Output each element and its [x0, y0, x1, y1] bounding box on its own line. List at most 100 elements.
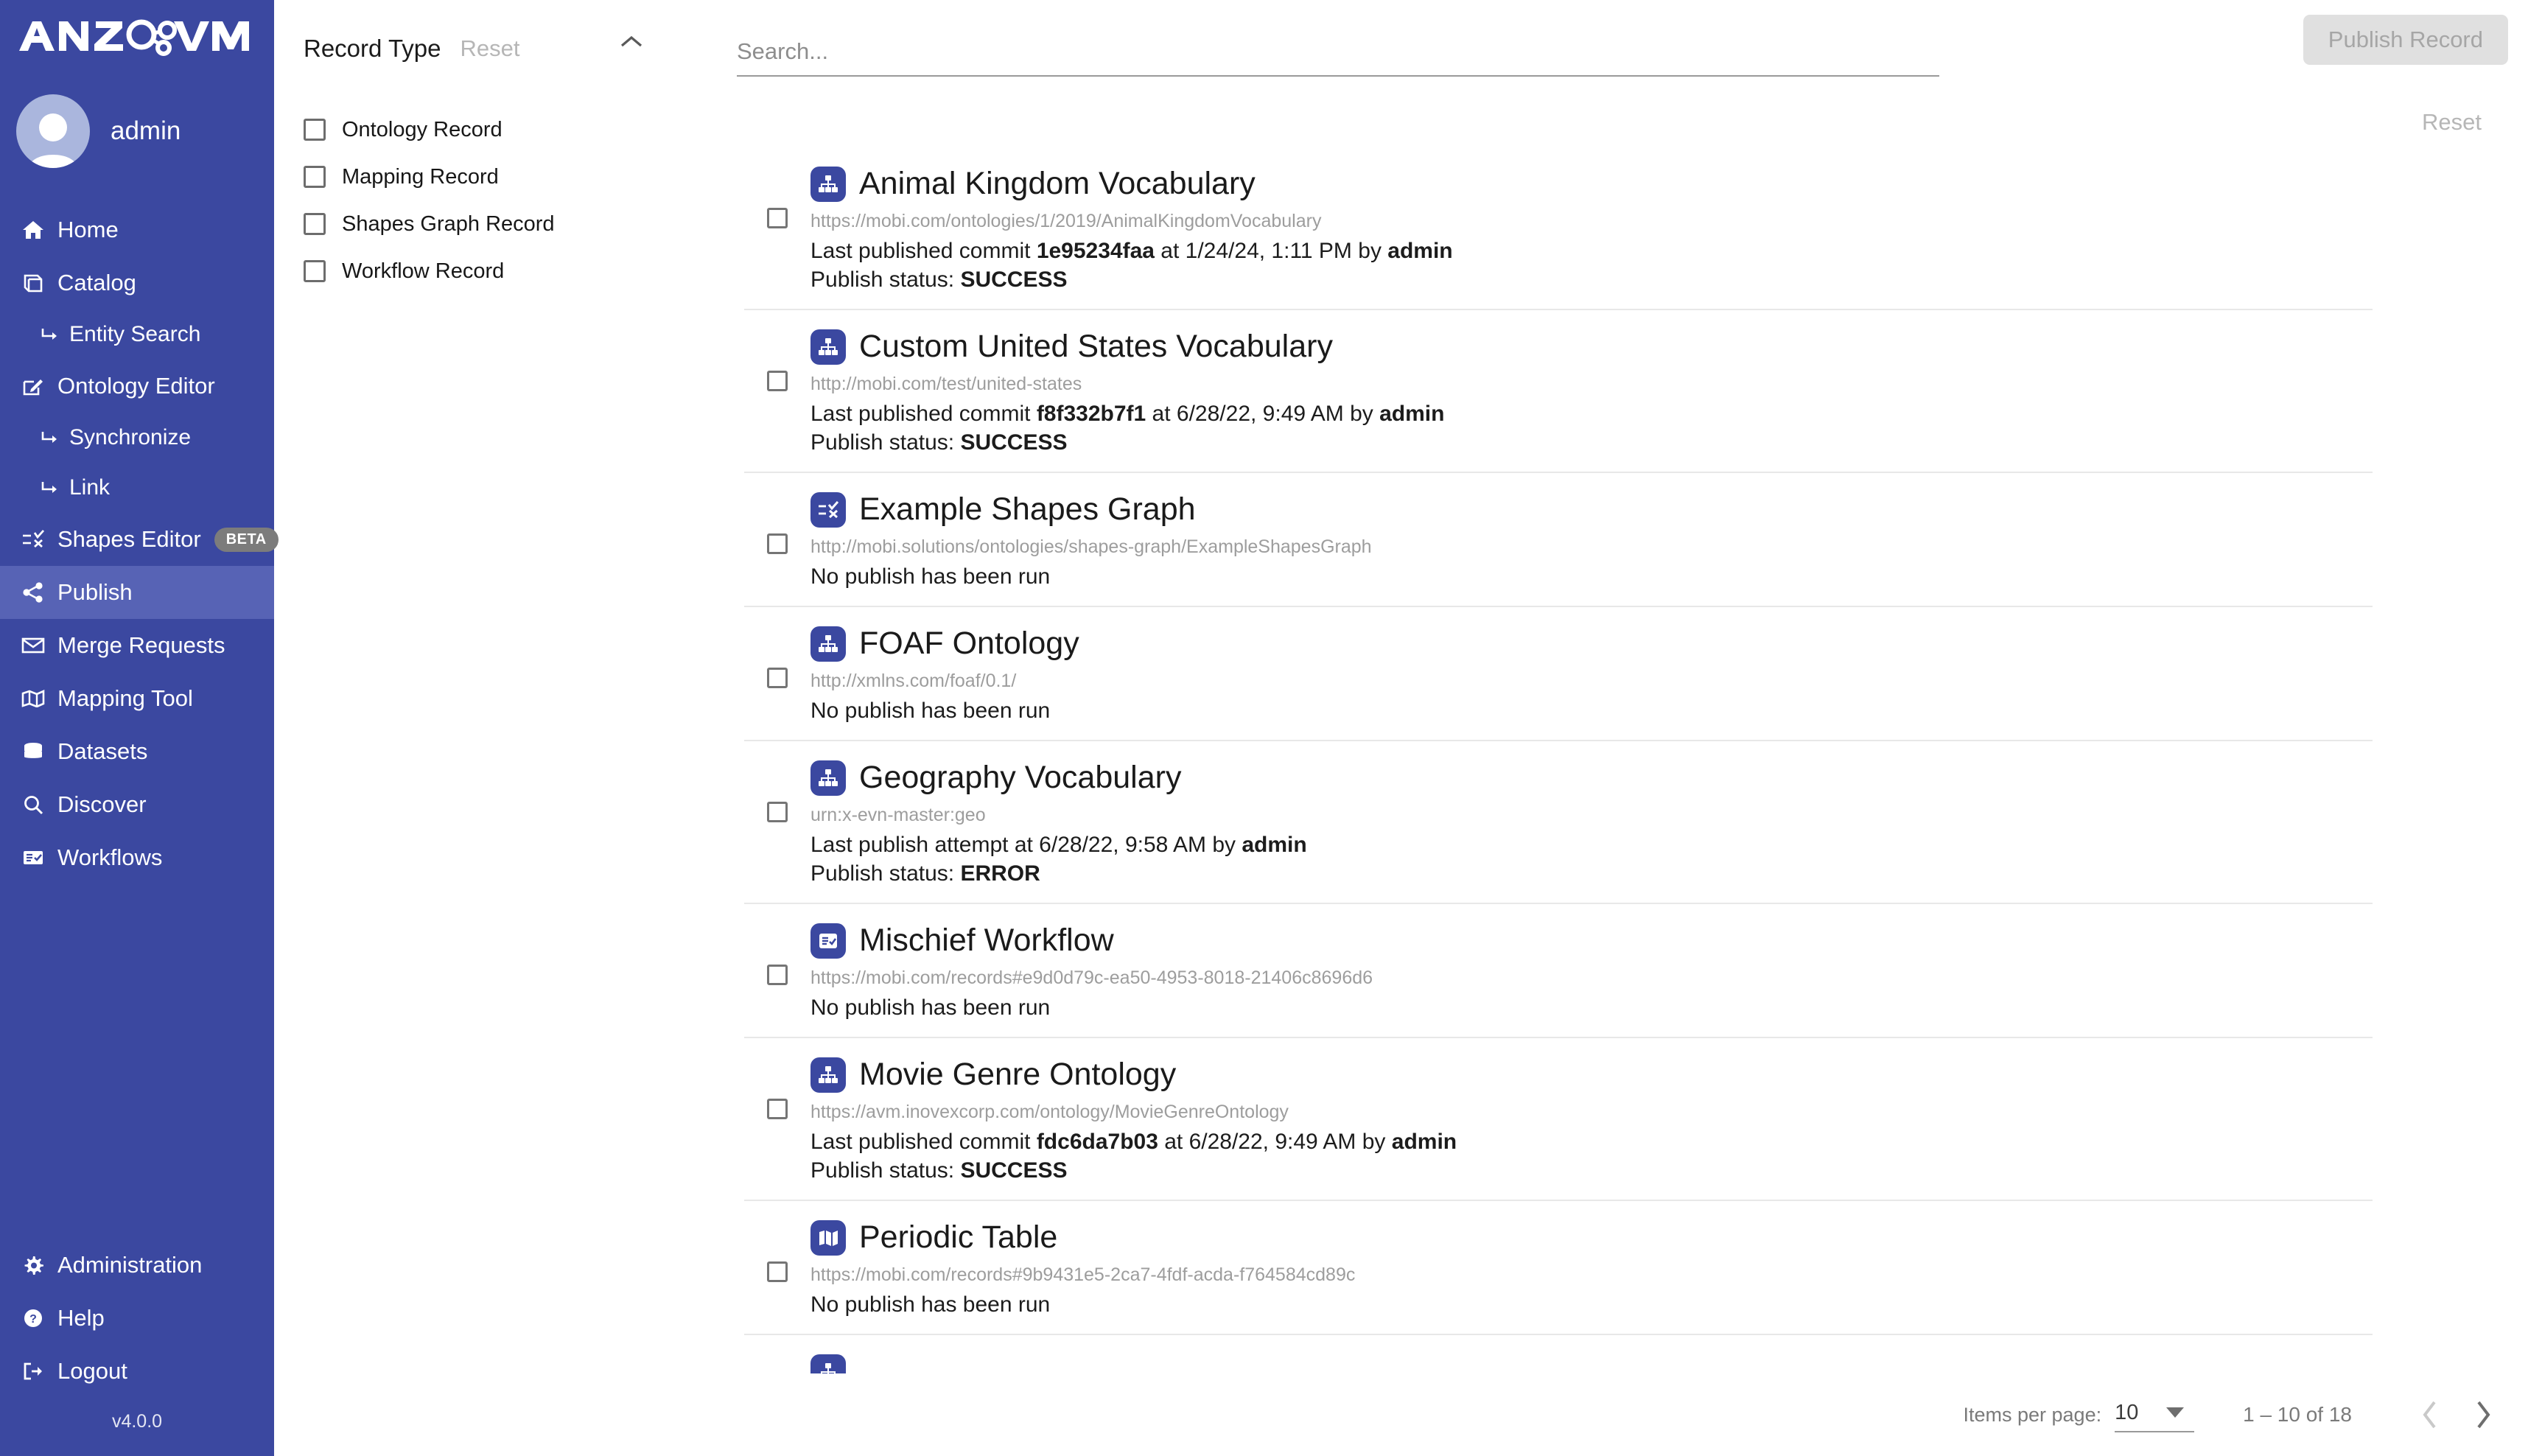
user-profile[interactable]: admin	[0, 77, 274, 186]
ontology-hierarchy-icon	[810, 167, 846, 202]
chevron-up-icon[interactable]	[619, 34, 644, 54]
sidebar-item-label: Mapping Tool	[57, 685, 193, 711]
checkbox[interactable]	[304, 166, 326, 188]
status-badge: SUCCESS	[960, 430, 1068, 455]
record-meta-prefix: Last published commit	[810, 1130, 1037, 1154]
record-body: Example Shapes Graph http://mobi.solutio…	[810, 492, 2373, 589]
sidebar-item-merge-requests[interactable]: Merge Requests	[0, 619, 274, 672]
toolbar: Publish Record	[731, 0, 2542, 90]
record-select-cell[interactable]	[744, 626, 810, 688]
record-row[interactable]: Custom United States Vocabulary http://m…	[744, 310, 2373, 473]
checkbox[interactable]	[304, 260, 326, 282]
sidebar-item-label: Publish	[57, 579, 133, 605]
record-checkbox[interactable]	[767, 208, 788, 228]
filter-option-workflow-record[interactable]: Workflow Record	[304, 248, 701, 295]
sidebar-item-logout[interactable]: Logout	[0, 1345, 274, 1398]
record-checkbox[interactable]	[767, 1261, 788, 1282]
record-title[interactable]: Example Shapes Graph	[859, 493, 1196, 526]
filter-options: Ontology Record Mapping Record Shapes Gr…	[304, 106, 701, 295]
sidebar-item-catalog[interactable]: Catalog	[0, 256, 274, 309]
record-user: admin	[1242, 833, 1307, 857]
record-title[interactable]: Movie Genre Ontology	[859, 1058, 1176, 1091]
record-row[interactable]: Animal Kingdom Vocabulary https://mobi.c…	[744, 147, 2373, 310]
list-reset-row: Reset	[731, 90, 2542, 136]
filter-option-shapes-graph-record[interactable]: Shapes Graph Record	[304, 200, 701, 248]
sidebar-item-synchronize[interactable]: Synchronize	[0, 413, 274, 463]
sidebar-item-link[interactable]: Link	[0, 463, 274, 513]
publish-record-button[interactable]: Publish Record	[2303, 15, 2508, 65]
record-select-cell[interactable]	[744, 1220, 810, 1282]
sidebar-item-workflows[interactable]: Workflows	[0, 831, 274, 884]
record-body: Custom United States Vocabulary http://m…	[810, 329, 2373, 455]
record-meta: Last published commit fdc6da7b03 at 6/28…	[810, 1130, 2373, 1155]
sidebar-item-administration[interactable]: Administration	[0, 1239, 274, 1292]
list-reset-link[interactable]: Reset	[2422, 109, 2482, 136]
workflow-icon	[19, 849, 47, 867]
record-select-cell[interactable]	[744, 167, 810, 228]
sidebar-item-entity-search[interactable]: Entity Search	[0, 309, 274, 360]
map-icon	[19, 690, 47, 707]
record-meta: Last published commit f8f332b7f1 at 6/28…	[810, 402, 2373, 427]
checkbox[interactable]	[304, 213, 326, 235]
home-icon	[19, 220, 47, 240]
record-meta-prefix: Last published commit	[810, 239, 1037, 263]
sidebar-item-label: Ontology Editor	[57, 373, 215, 399]
record-title[interactable]: FOAF Ontology	[859, 627, 1079, 660]
sidebar-item-shapes-editor[interactable]: Shapes Editor BETA	[0, 513, 279, 566]
items-per-page-select[interactable]: 10	[2115, 1398, 2195, 1432]
record-select-cell[interactable]	[744, 760, 810, 822]
sidebar-nav: Home Catalog Entity Search Ontology Edit…	[0, 203, 279, 884]
sidebar-item-ontology-editor[interactable]: Ontology Editor	[0, 360, 274, 413]
record-user: admin	[1387, 239, 1453, 263]
record-title[interactable]: Custom United States Vocabulary	[859, 330, 1333, 363]
record-row[interactable]: Example Shapes Graph http://mobi.solutio…	[744, 473, 2373, 607]
record-status: Publish status: SUCCESS	[810, 1158, 2373, 1183]
ontology-hierarchy-icon	[810, 329, 846, 365]
sidebar-item-datasets[interactable]: Datasets	[0, 725, 274, 778]
record-row[interactable]: Geography Vocabulary urn:x-evn-master:ge…	[744, 741, 2373, 904]
record-select-cell[interactable]	[744, 492, 810, 554]
filter-reset-link[interactable]: Reset	[461, 35, 520, 62]
record-status-label: Publish status:	[810, 861, 961, 886]
record-title[interactable]: Mischief Workflow	[859, 924, 1114, 957]
record-checkbox[interactable]	[767, 1099, 788, 1119]
record-meta-prefix: Last published commit	[810, 402, 1037, 426]
record-select-cell[interactable]	[744, 923, 810, 985]
sidebar-item-help[interactable]: ? Help	[0, 1292, 274, 1345]
search-input[interactable]	[737, 35, 1939, 77]
filter-option-label: Shapes Graph Record	[342, 211, 555, 236]
record-title[interactable]: Animal Kingdom Vocabulary	[859, 167, 1256, 200]
record-body: Animal Kingdom Vocabulary https://mobi.c…	[810, 167, 2373, 293]
book-icon	[19, 273, 47, 293]
sidebar-item-publish[interactable]: Publish	[0, 566, 274, 619]
record-checkbox[interactable]	[767, 533, 788, 554]
previous-page-button[interactable]	[2403, 1388, 2457, 1441]
record-select-cell[interactable]	[744, 329, 810, 391]
record-title[interactable]: Geography Vocabulary	[859, 761, 1181, 794]
next-page-button[interactable]	[2457, 1388, 2510, 1441]
app-version: v4.0.0	[111, 1411, 163, 1432]
record-checkbox[interactable]	[767, 802, 788, 822]
record-row[interactable]: Movie Genre Ontology https://avm.inovexc…	[744, 1038, 2373, 1201]
checkbox[interactable]	[304, 119, 326, 141]
record-select-cell[interactable]	[744, 1057, 810, 1119]
record-iri: http://mobi.com/test/united-states	[810, 374, 1082, 394]
sidebar-item-discover[interactable]: Discover	[0, 778, 274, 831]
sidebar-item-mapping-tool[interactable]: Mapping Tool	[0, 672, 274, 725]
record-row[interactable]: FOAF Ontology http://xmlns.com/foaf/0.1/…	[744, 607, 2373, 741]
record-status: Publish status: SUCCESS	[810, 267, 2373, 293]
filter-option-mapping-record[interactable]: Mapping Record	[304, 153, 701, 200]
record-meta-prefix: No publish has been run	[810, 1292, 1051, 1317]
record-checkbox[interactable]	[767, 668, 788, 688]
record-row[interactable]: Mischief Workflow https://mobi.com/recor…	[744, 904, 2373, 1038]
record-title[interactable]: Periodic Table	[859, 1221, 1057, 1254]
record-checkbox[interactable]	[767, 371, 788, 391]
record-iri: https://avm.inovexcorp.com/ontology/Movi…	[810, 1102, 1289, 1122]
record-row[interactable]: Periodic Table https://mobi.com/records#…	[744, 1201, 2373, 1335]
sidebar-item-home[interactable]: Home	[0, 203, 274, 256]
record-title-line: Mischief Workflow	[810, 923, 2373, 959]
filter-option-ontology-record[interactable]: Ontology Record	[304, 106, 701, 153]
search-icon	[19, 794, 47, 815]
record-checkbox[interactable]	[767, 965, 788, 985]
app-logo[interactable]	[0, 0, 274, 77]
